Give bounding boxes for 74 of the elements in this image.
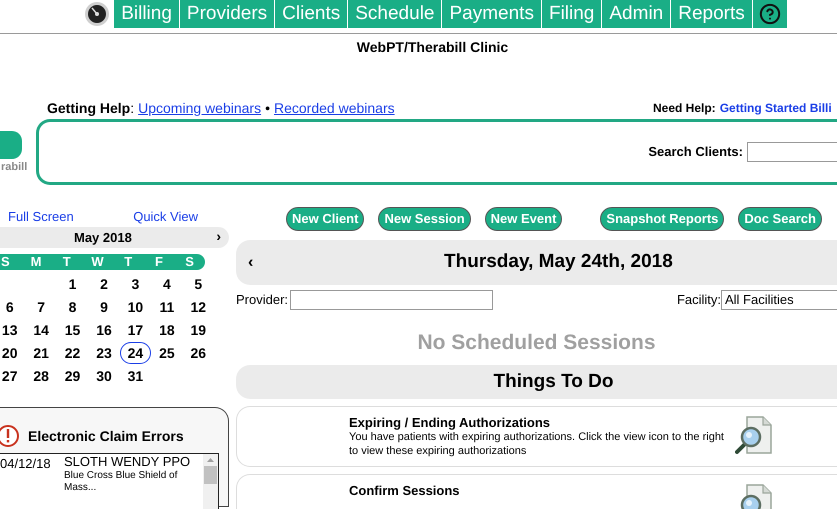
- calendar-day[interactable]: 1: [66, 274, 80, 294]
- weekday-label: T: [123, 254, 134, 270]
- webinar-link[interactable]: Upcoming webinars: [138, 98, 262, 118]
- help-button[interactable]: [752, 0, 787, 28]
- calendar-day[interactable]: 2: [97, 274, 111, 294]
- claim-error-row[interactable]: 04/12/18 SLOTH WENDY PPO Blue Cross Blue Shield of Mass...: [0, 454, 203, 494]
- calendar-day[interactable]: 14: [30, 320, 52, 340]
- logo-mark-icon: [0, 131, 22, 159]
- getting-started-link[interactable]: Getting Started Billi: [720, 99, 832, 117]
- calendar-day[interactable]: 12: [187, 296, 210, 316]
- calendar-day[interactable]: 9: [97, 296, 111, 316]
- calendar-day[interactable]: 22: [62, 342, 84, 362]
- calendar-day[interactable]: 7: [34, 296, 48, 316]
- calendar-day[interactable]: 5: [191, 274, 206, 294]
- logo-text: rabill: [1, 162, 28, 173]
- calendar-day[interactable]: 4: [160, 274, 174, 294]
- month-title: May 2018: [74, 228, 132, 247]
- weekday-label: S: [184, 254, 195, 270]
- weekday-label: S: [0, 254, 11, 270]
- calendar-day[interactable]: 31: [124, 366, 146, 386]
- weekday-label: F: [154, 254, 164, 270]
- calendar-day[interactable]: 20: [0, 342, 20, 362]
- next-month-button[interactable]: ›: [216, 228, 221, 244]
- getting-help-label: Getting Help:: [47, 98, 134, 118]
- client-name: SLOTH WENDY PPO: [64, 454, 192, 470]
- calendar-day[interactable]: 29: [62, 366, 84, 386]
- calendar-day[interactable]: 11: [156, 296, 178, 316]
- calendar-day[interactable]: 25: [156, 342, 178, 362]
- calendar-day[interactable]: 28: [30, 366, 52, 386]
- search-label: Search Clients:: [648, 143, 743, 162]
- weekday-label: T: [62, 254, 72, 270]
- clinic-title: WebPT/Therabill Clinic: [356, 38, 510, 57]
- separator: •: [265, 98, 270, 118]
- payer-name: Blue Cross Blue Shield of Mass...: [64, 470, 178, 494]
- empty-sessions-message: No Scheduled Sessions: [416, 330, 657, 353]
- calendar-day[interactable]: 18: [156, 320, 178, 340]
- calendar-day[interactable]: 19: [187, 320, 210, 340]
- full-screen-link[interactable]: Full Screen: [8, 207, 74, 225]
- calendar-day[interactable]: 15: [62, 320, 84, 340]
- calendar-day[interactable]: 24: [120, 342, 152, 364]
- scroll-thumb[interactable]: [204, 466, 217, 484]
- need-help-label: Need Help:: [653, 100, 716, 117]
- calendar-day[interactable]: 8: [66, 296, 80, 316]
- claim-errors-title: Electronic Claim Errors: [28, 426, 184, 446]
- date-title: Thursday, May 24th, 2018: [444, 250, 673, 274]
- calendar-day[interactable]: 16: [93, 320, 115, 340]
- todo-item-title: Confirm Sessions: [349, 483, 461, 498]
- calendar-day[interactable]: 10: [124, 296, 146, 316]
- calendar-day[interactable]: 23: [93, 342, 115, 362]
- calendar-day[interactable]: 21: [30, 342, 52, 362]
- weekday-label: M: [30, 254, 42, 270]
- calendar-day[interactable]: 3: [128, 274, 142, 294]
- todo-item-title: Expiring / Ending Authorizations: [349, 415, 552, 430]
- todo-item-description: You have patients with expiring authorizations. Click the view icon to the right to view these expiring authorizations: [349, 430, 724, 458]
- calendar-day[interactable]: 30: [93, 366, 115, 386]
- scrollbar[interactable]: [203, 454, 218, 509]
- calendar-day[interactable]: 27: [0, 366, 20, 386]
- magnifier-document-icon[interactable]: [735, 415, 773, 455]
- todo-title: Things To Do: [494, 370, 614, 394]
- facility-label: Facility:: [676, 291, 721, 310]
- webinar-link[interactable]: Recorded webinars: [274, 98, 395, 118]
- calendar-day[interactable]: 6: [2, 296, 17, 316]
- search-field[interactable]: [747, 142, 837, 162]
- weekday-label: W: [90, 254, 105, 270]
- gauge-icon[interactable]: [84, 1, 110, 27]
- claim-date: 04/12/18: [0, 455, 50, 473]
- calendar-day[interactable]: 26: [187, 342, 210, 362]
- calendar-day[interactable]: 17: [124, 320, 146, 340]
- quick-view-link[interactable]: Quick View: [133, 207, 198, 225]
- provider-field[interactable]: [290, 290, 494, 310]
- calendar-day[interactable]: 13: [0, 320, 20, 340]
- facility-select[interactable]: All Facilities: [721, 290, 837, 310]
- provider-label: Provider:: [236, 291, 288, 310]
- prev-day-button[interactable]: ‹: [248, 250, 254, 274]
